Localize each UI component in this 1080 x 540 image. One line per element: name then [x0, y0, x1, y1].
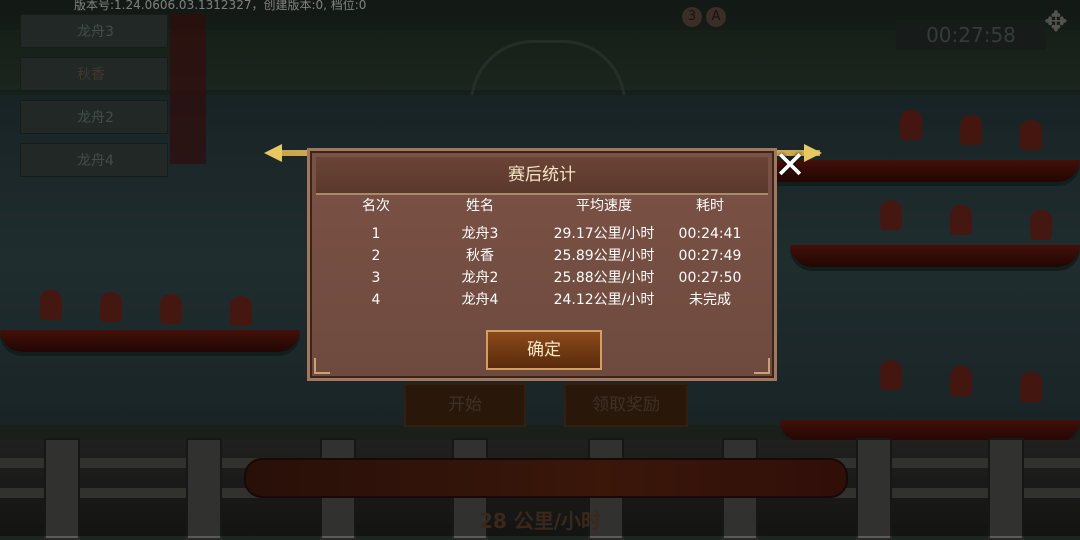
cell-avg-speed: 24.12公里/小时 [553, 292, 655, 308]
confirm-button[interactable]: 确定 [486, 330, 602, 370]
cell-name: 秋香 [466, 248, 494, 264]
cell-rank: 1 [371, 226, 381, 242]
rod-tip-left [264, 144, 282, 162]
table-row: 2 秋香 25.89公里/小时 00:27:49 [332, 245, 752, 267]
header-avg-speed: 平均速度 [576, 198, 632, 214]
table-row: 3 龙舟2 25.88公里/小时 00:27:50 [332, 267, 752, 289]
cell-name: 龙舟2 [461, 270, 499, 286]
cell-time: 00:27:49 [678, 248, 742, 264]
cell-rank: 4 [371, 292, 381, 308]
cell-time: 00:24:41 [678, 226, 742, 242]
dialog-title: 赛后统计 [508, 165, 576, 185]
cell-rank: 2 [371, 248, 381, 264]
table-header: 名次 姓名 平均速度 耗时 [332, 195, 752, 217]
table-row: 1 龙舟3 29.17公里/小时 00:24:41 [332, 223, 752, 245]
header-rank: 名次 [362, 198, 390, 214]
cell-time: 未完成 [689, 292, 731, 308]
cell-name: 龙舟4 [461, 292, 499, 308]
results-table: 名次 姓名 平均速度 耗时 1 龙舟3 29.17公里/小时 00:24:41 … [332, 195, 752, 311]
corner-ornament [754, 358, 770, 374]
close-icon[interactable]: ✕ [770, 145, 810, 185]
cell-name: 龙舟3 [461, 226, 499, 242]
dialog-header: 赛后统计 [316, 157, 768, 195]
header-time: 耗时 [696, 198, 724, 214]
cell-avg-speed: 25.89公里/小时 [553, 248, 655, 264]
cell-time: 00:27:50 [678, 270, 742, 286]
table-row: 4 龙舟4 24.12公里/小时 未完成 [332, 289, 752, 311]
cell-avg-speed: 25.88公里/小时 [553, 270, 655, 286]
cell-avg-speed: 29.17公里/小时 [553, 226, 655, 242]
header-name: 姓名 [466, 198, 494, 214]
corner-ornament [314, 358, 330, 374]
race-stats-dialog: 赛后统计 名次 姓名 平均速度 耗时 1 龙舟3 29.17公里/小时 00:2… [307, 148, 777, 381]
cell-rank: 3 [371, 270, 381, 286]
